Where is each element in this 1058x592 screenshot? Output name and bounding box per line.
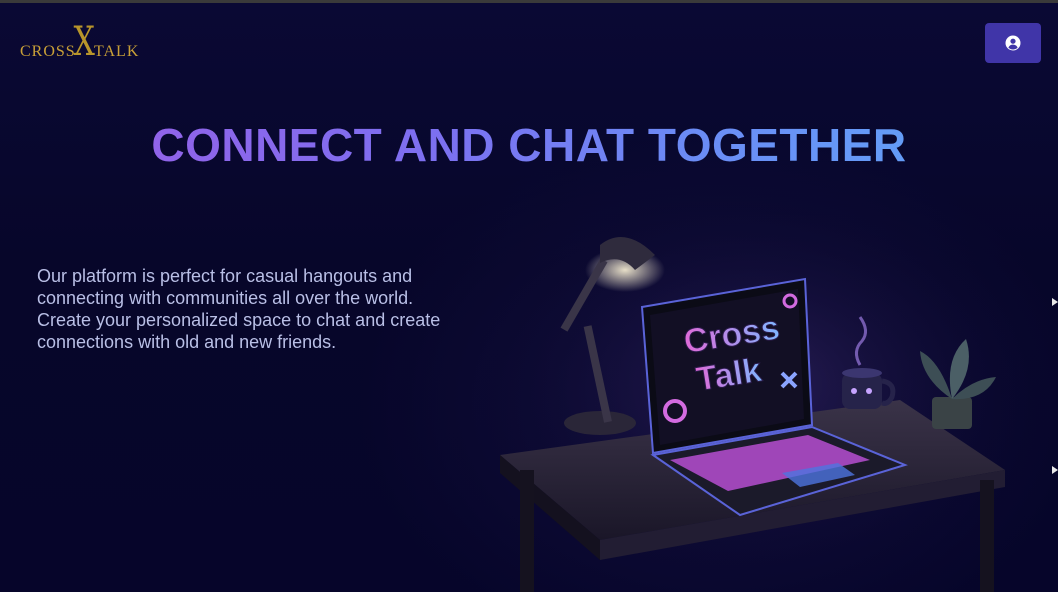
lamp-base bbox=[564, 411, 636, 435]
crosstalk-logo[interactable]: X CROSS TALK bbox=[20, 19, 140, 65]
mug-eye-right bbox=[866, 388, 872, 394]
illustration-svg: Cross Talk bbox=[480, 185, 1040, 592]
carousel-next-arrow-upper[interactable] bbox=[1052, 298, 1058, 306]
window-top-border bbox=[0, 0, 1058, 3]
mug-body bbox=[842, 373, 882, 409]
desk-leg-left bbox=[520, 470, 534, 592]
laptop-illustration: Cross Talk bbox=[460, 185, 1040, 592]
hero-description: Our platform is perfect for casual hango… bbox=[37, 266, 441, 352]
logo-x-mark: X bbox=[73, 19, 95, 65]
mug-eye-left bbox=[851, 388, 857, 394]
hero-title: CONNECT AND CHAT TOGETHER bbox=[0, 118, 1058, 172]
landing-page: X CROSS TALK CONNECT AND CHAT TOGETHER O… bbox=[0, 0, 1058, 592]
user-circle-icon bbox=[1005, 35, 1021, 51]
logo-text-talk: TALK bbox=[94, 43, 140, 60]
logo-text-cross: CROSS bbox=[20, 43, 76, 60]
carousel-next-arrow-lower[interactable] bbox=[1052, 466, 1058, 474]
profile-button[interactable] bbox=[985, 23, 1041, 63]
desk-leg-right bbox=[980, 480, 994, 592]
plant-pot bbox=[932, 397, 972, 429]
mug-rim bbox=[842, 368, 882, 378]
